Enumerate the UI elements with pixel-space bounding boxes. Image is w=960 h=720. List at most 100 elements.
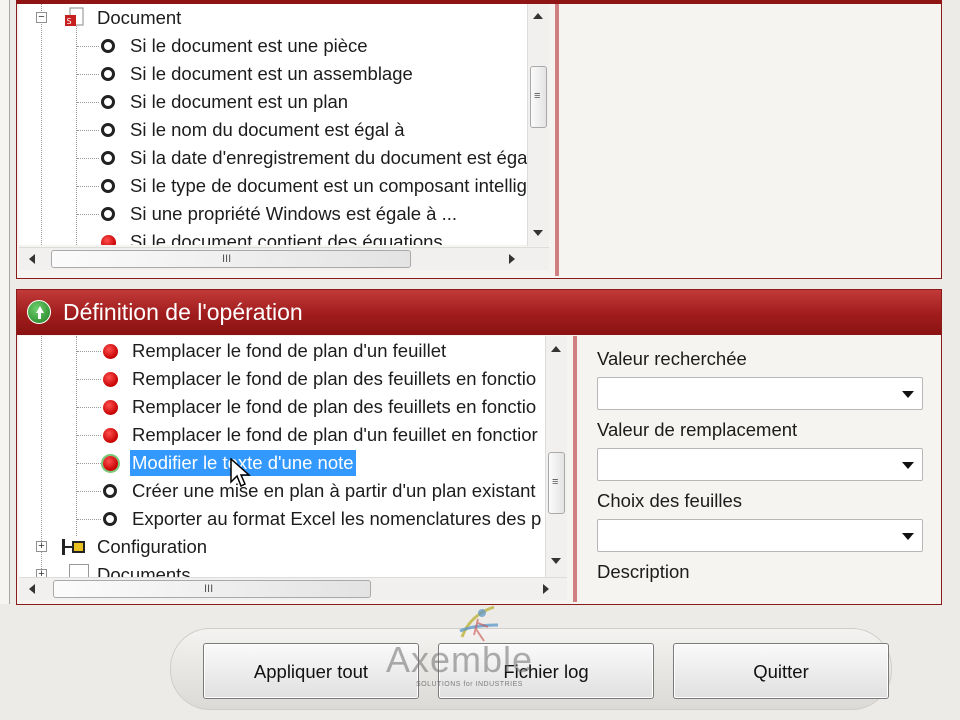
tree-branch	[77, 130, 99, 131]
document-icon	[69, 564, 89, 577]
scroll-thumb[interactable]: ≡	[530, 66, 547, 128]
tree-branch	[77, 74, 99, 75]
tree-item[interactable]: Remplacer le fond de plan des feuillets …	[19, 394, 543, 420]
vertical-scrollbar[interactable]: ≡	[527, 4, 549, 246]
tree-item-label: Exporter au format Excel les nomenclatur…	[132, 508, 542, 529]
tree-item-label: Si le nom du document est égal à	[130, 119, 405, 140]
scroll-up-icon[interactable]	[533, 13, 543, 19]
tree-item[interactable]: Si le document contient des équations	[19, 229, 539, 245]
quit-button[interactable]: Quitter	[673, 643, 889, 699]
panel-splitter[interactable]	[555, 4, 559, 276]
tree-item[interactable]: Si le nom du document est égal à	[19, 117, 539, 143]
log-file-button[interactable]: Fichier log	[438, 643, 654, 699]
panel-splitter[interactable]	[573, 336, 577, 602]
tree-item[interactable]: Remplacer le fond de plan des feuillets …	[19, 366, 543, 392]
horizontal-scrollbar[interactable]: III	[19, 247, 549, 270]
red-dot-icon	[103, 428, 118, 443]
tree-item-label: Remplacer le fond de plan des feuillets …	[132, 396, 537, 417]
scroll-thumb[interactable]: III	[51, 250, 411, 268]
tree-node-configuration[interactable]: + Configuration	[19, 534, 543, 560]
expand-icon[interactable]: +	[36, 569, 47, 577]
operations-tree[interactable]: Remplacer le fond de plan d'un feuillet …	[19, 336, 546, 577]
conditions-tree[interactable]: − S Document Si le document est une pièc…	[19, 4, 544, 245]
tree-branch	[77, 491, 101, 492]
tree-branch	[77, 214, 99, 215]
tree-branch	[77, 463, 101, 464]
tree-node-partial[interactable]: + Documents	[19, 562, 543, 577]
ring-icon	[101, 123, 115, 137]
left-window-edge	[0, 0, 10, 604]
panel-title: Définition de l'opération	[63, 299, 303, 325]
tree-item-selected[interactable]: Modifier le texte d'une note	[19, 450, 543, 476]
ring-icon	[101, 95, 115, 109]
apply-all-button[interactable]: Appliquer tout	[203, 643, 419, 699]
ring-icon	[101, 151, 115, 165]
ring-icon	[103, 512, 117, 526]
tree-item-label: Si la date d'enregistrement du document …	[130, 147, 528, 168]
scroll-left-icon[interactable]	[29, 584, 35, 594]
chevron-down-icon[interactable]	[902, 533, 914, 540]
tree-branch	[77, 379, 101, 380]
horizontal-scrollbar[interactable]: III	[19, 577, 567, 600]
red-dot-icon	[103, 344, 118, 359]
expand-icon[interactable]: +	[36, 541, 47, 552]
tree-item[interactable]: Si la date d'enregistrement du document …	[19, 145, 539, 171]
tree-item-label: Remplacer le fond de plan des feuillets …	[132, 368, 537, 389]
scroll-thumb[interactable]: III	[53, 580, 371, 598]
tree-item[interactable]: Créer une mise en plan à partir d'un pla…	[19, 478, 543, 504]
tree-item-label: Si le document est un plan	[130, 91, 349, 112]
sheets-choice-combo[interactable]	[597, 519, 923, 552]
configuration-icon	[59, 537, 89, 557]
tree-item-label: Si une propriété Windows est égale à ...	[130, 203, 458, 224]
scroll-up-icon[interactable]	[551, 346, 561, 352]
tree-node-label: Documents	[97, 564, 191, 577]
scroll-right-icon[interactable]	[543, 584, 549, 594]
chevron-down-icon[interactable]	[902, 462, 914, 469]
scroll-left-icon[interactable]	[29, 254, 35, 264]
tree-item[interactable]: Remplacer le fond de plan d'un feuillet	[19, 338, 543, 364]
tree-branch	[77, 407, 101, 408]
red-dot-icon	[101, 235, 116, 245]
operation-panel-header: Définition de l'opération	[17, 290, 941, 335]
tree-item-label: Remplacer le fond de plan d'un feuillet …	[132, 424, 538, 445]
tree-item[interactable]: Exporter au format Excel les nomenclatur…	[19, 506, 543, 532]
tree-branch	[77, 351, 101, 352]
scroll-right-icon[interactable]	[509, 254, 515, 264]
conditions-panel: − S Document Si le document est une pièc…	[16, 0, 942, 279]
ring-icon	[101, 179, 115, 193]
replace-value-combo[interactable]	[597, 448, 923, 481]
tree-item[interactable]: Si une propriété Windows est égale à ...	[19, 201, 539, 227]
tree-item[interactable]: Si le document est un assemblage	[19, 61, 539, 87]
vertical-scrollbar[interactable]: ≡	[545, 336, 567, 577]
tree-item[interactable]: Si le document est un plan	[19, 89, 539, 115]
collapse-icon[interactable]: −	[36, 12, 47, 23]
tree-node-label: Document	[97, 7, 182, 28]
ring-icon	[103, 484, 117, 498]
scroll-thumb[interactable]: ≡	[548, 452, 565, 514]
tree-item[interactable]: Si le document est une pièce	[19, 33, 539, 59]
tree-node-label: Configuration	[97, 536, 208, 557]
svg-text:S: S	[67, 17, 72, 26]
tree-branch	[77, 186, 99, 187]
tree-item[interactable]: Remplacer le fond de plan d'un feuillet …	[19, 422, 543, 448]
tree-item-label: Si le type de document est un composant …	[130, 175, 527, 196]
tree-item-label: Créer une mise en plan à partir d'un pla…	[132, 480, 536, 501]
red-dot-icon	[103, 456, 118, 471]
scroll-down-icon[interactable]	[533, 230, 543, 236]
document-icon: S	[64, 7, 84, 27]
chevron-down-icon[interactable]	[902, 391, 914, 398]
replace-value-label: Valeur de remplacement	[597, 419, 798, 440]
red-dot-icon	[103, 372, 118, 387]
search-value-label: Valeur recherchée	[597, 348, 747, 369]
red-dot-icon	[103, 400, 118, 415]
tree-item-label: Si le document est un assemblage	[130, 63, 413, 84]
tree-branch	[77, 102, 99, 103]
ring-icon	[101, 39, 115, 53]
tree-node-document[interactable]: − S Document	[19, 5, 539, 31]
tree-item[interactable]: Si le type de document est un composant …	[19, 173, 539, 199]
search-value-combo[interactable]	[597, 377, 923, 410]
arrow-up-icon	[27, 300, 51, 324]
tree-branch	[77, 158, 99, 159]
conditions-detail-area	[561, 4, 941, 276]
scroll-down-icon[interactable]	[551, 558, 561, 564]
